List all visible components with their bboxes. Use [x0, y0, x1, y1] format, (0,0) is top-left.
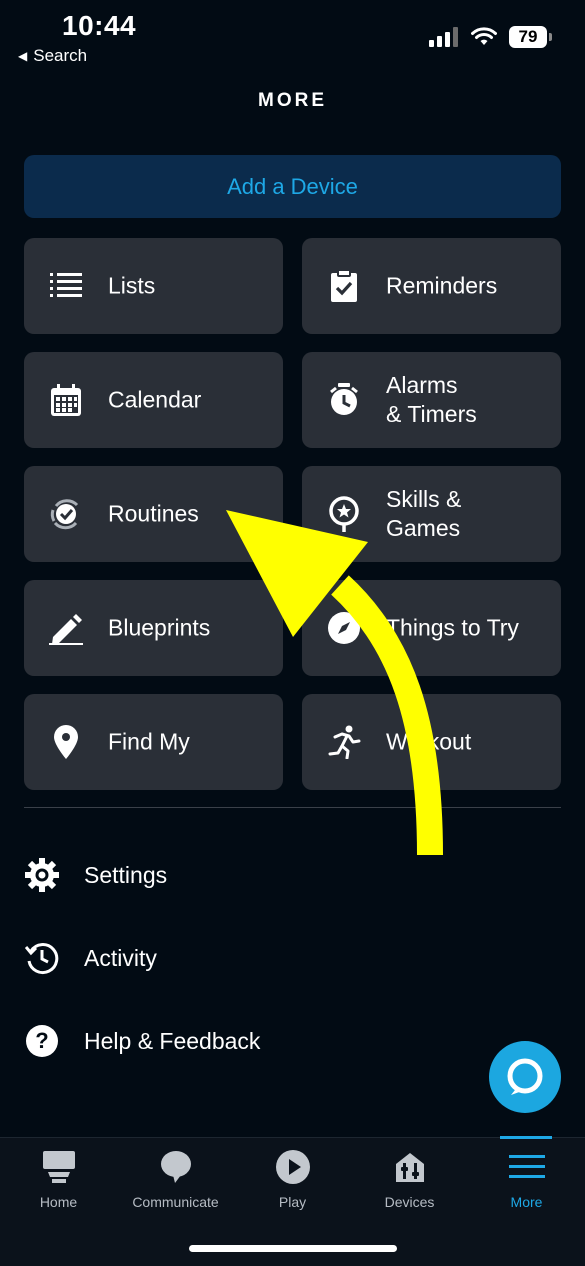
- signal-icon: [429, 27, 458, 47]
- tab-devices[interactable]: Devices: [351, 1148, 468, 1218]
- tile-reminders[interactable]: Reminders: [302, 238, 561, 334]
- menu-item-activity[interactable]: Activity: [24, 938, 157, 978]
- home-indicator: [189, 1245, 397, 1252]
- tab-label: Communicate: [132, 1194, 219, 1210]
- tab-more[interactable]: More: [468, 1148, 585, 1218]
- tab-label: More: [510, 1194, 543, 1210]
- tile-blueprints[interactable]: Blueprints: [24, 580, 283, 676]
- menu-label: Settings: [84, 861, 168, 888]
- tile-label: Reminders: [386, 272, 498, 299]
- battery-indicator: 79: [509, 26, 552, 48]
- tab-communicate[interactable]: Communicate: [117, 1148, 234, 1218]
- svg-text:?: ?: [35, 1028, 48, 1053]
- section-divider: [24, 807, 561, 808]
- alarm-clock-icon: [326, 382, 362, 418]
- tab-label: Play: [278, 1194, 307, 1210]
- history-icon: [24, 940, 60, 976]
- system-icons: 79: [429, 26, 552, 48]
- compass-icon: [326, 610, 362, 646]
- tile-things-to-try[interactable]: Things to Try: [302, 580, 561, 676]
- skills-pin-icon: [326, 496, 362, 532]
- tile-calendar[interactable]: Calendar: [24, 352, 283, 448]
- page-title: MORE: [258, 90, 327, 111]
- runner-icon: [326, 724, 362, 760]
- back-to-search-link[interactable]: ◀ Search: [18, 46, 87, 66]
- tile-routines[interactable]: Routines: [24, 466, 283, 562]
- list-icon: [48, 268, 84, 304]
- menu-icon: [507, 1148, 547, 1186]
- gear-icon: [24, 857, 60, 893]
- back-label: Search: [33, 46, 88, 65]
- tile-find-my[interactable]: Find My: [24, 694, 283, 790]
- chat-bubble-icon: [156, 1148, 196, 1186]
- tile-label: Find My: [108, 728, 190, 755]
- pencil-icon: [48, 610, 84, 646]
- menu-label: Help & Feedback: [84, 1027, 261, 1054]
- devices-icon: [390, 1148, 430, 1186]
- alexa-icon: [507, 1058, 543, 1095]
- tile-label: Alarms & Timers: [386, 372, 477, 427]
- tile-label: Lists: [108, 272, 156, 299]
- calendar-icon: [48, 382, 84, 418]
- tab-label: Devices: [384, 1194, 435, 1210]
- tile-label: Skills & Games: [386, 486, 462, 541]
- play-icon: [273, 1148, 313, 1186]
- tab-play[interactable]: Play: [234, 1148, 351, 1218]
- clipboard-check-icon: [326, 268, 362, 304]
- help-icon: ?: [24, 1023, 60, 1059]
- routines-check-icon: [48, 496, 84, 532]
- tile-alarms-timers[interactable]: Alarms & Timers: [302, 352, 561, 448]
- tile-label: Calendar: [108, 386, 202, 413]
- tab-home[interactable]: Home: [0, 1148, 117, 1218]
- status-bar: 10:44 ◀ Search 79: [0, 0, 585, 70]
- tile-label: Things to Try: [386, 614, 519, 641]
- tile-label: Workout: [386, 728, 472, 755]
- back-arrow-icon: ◀: [18, 49, 28, 63]
- tile-lists[interactable]: Lists: [24, 238, 283, 334]
- menu-item-settings[interactable]: Settings: [24, 855, 167, 895]
- location-pin-icon: [48, 724, 84, 760]
- menu-item-help-feedback[interactable]: ? Help & Feedback: [24, 1021, 260, 1061]
- tile-workout[interactable]: Workout: [302, 694, 561, 790]
- add-device-button[interactable]: Add a Device: [24, 155, 561, 218]
- wifi-icon: [471, 27, 497, 45]
- tab-label: Home: [39, 1194, 78, 1210]
- tile-label: Blueprints: [108, 614, 211, 641]
- tile-skills-games[interactable]: Skills & Games: [302, 466, 561, 562]
- alexa-voice-button[interactable]: [489, 1041, 561, 1113]
- home-icon: [39, 1148, 79, 1186]
- menu-label: Activity: [84, 944, 157, 971]
- tile-label: Routines: [108, 500, 199, 527]
- status-time: 10:44: [62, 10, 137, 41]
- active-tab-indicator: [500, 1136, 552, 1139]
